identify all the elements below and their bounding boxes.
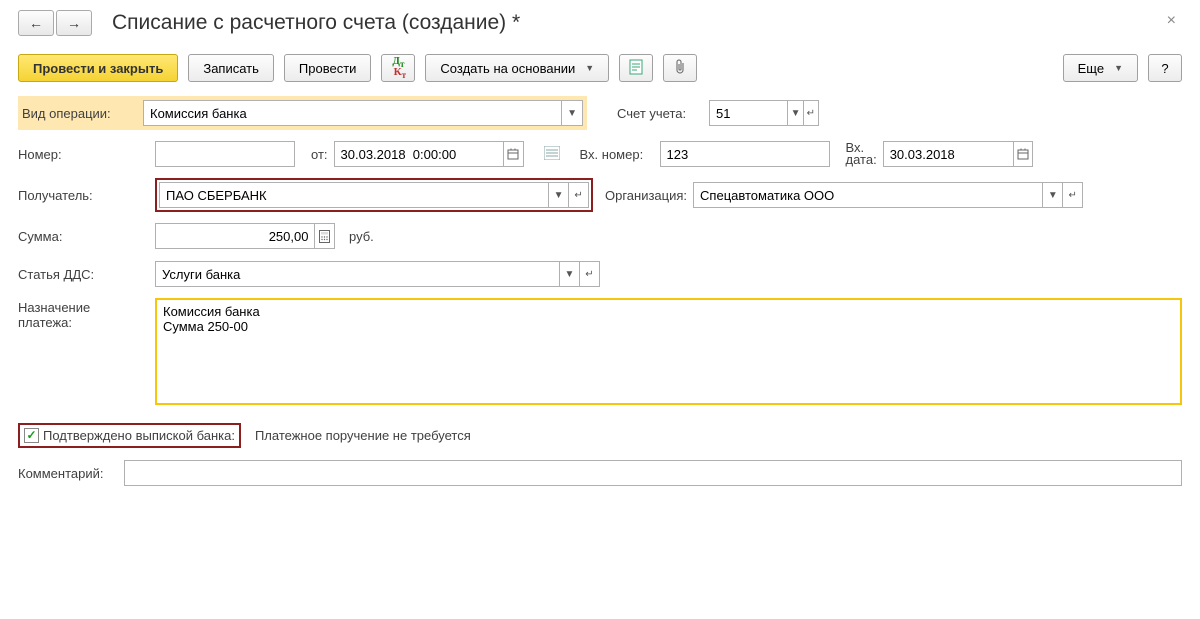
help-button[interactable]: ? (1148, 54, 1182, 82)
operation-type-input[interactable] (144, 101, 561, 125)
list-icon (544, 148, 560, 163)
account-input[interactable] (710, 101, 787, 125)
from-label: от: (311, 147, 328, 162)
calendar-icon (507, 148, 519, 160)
debit-credit-icon: ДтКт (391, 57, 406, 79)
number-input[interactable] (156, 142, 294, 166)
save-button[interactable]: Записать (188, 54, 274, 82)
chevron-down-icon: ▼ (554, 190, 564, 201)
in-date-input[interactable] (884, 142, 1013, 166)
arrow-right-icon: → (67, 15, 81, 31)
dds-open[interactable]: ↵ (579, 262, 599, 286)
account-label: Счет учета: (617, 106, 703, 121)
attachment-button[interactable] (663, 54, 697, 82)
confirmed-label: Подтверждено выпиской банка: (43, 428, 235, 443)
open-icon: ↵ (807, 108, 815, 119)
close-button[interactable]: × (1161, 10, 1182, 32)
paperclip-icon (674, 59, 686, 78)
comment-input[interactable] (125, 461, 1181, 485)
comment-label: Комментарий: (18, 466, 118, 481)
recipient-dropdown[interactable]: ▼ (548, 183, 568, 207)
chevron-down-icon: ▼ (585, 63, 594, 73)
sum-calculator[interactable] (314, 224, 334, 248)
report-button[interactable] (619, 54, 653, 82)
checkbox-checked-icon: ✓ (24, 428, 39, 443)
organization-dropdown[interactable]: ▼ (1042, 183, 1062, 207)
payment-order-na-label: Платежное поручение не требуется (255, 428, 471, 443)
page-title: Списание с расчетного счета (создание) * (112, 11, 520, 35)
chevron-down-icon: ▼ (791, 108, 801, 119)
organization-label: Организация: (605, 188, 687, 203)
chevron-down-icon: ▼ (564, 269, 574, 280)
sum-input[interactable] (156, 224, 314, 248)
in-number-label: Вх. номер: (580, 147, 654, 162)
operation-type-label: Вид операции: (22, 106, 137, 121)
arrow-left-icon: ← (29, 15, 43, 31)
date-picker[interactable] (503, 142, 523, 166)
debit-credit-button[interactable]: ДтКт (381, 54, 415, 82)
in-date-picker[interactable] (1013, 142, 1032, 166)
post-button[interactable]: Провести (284, 54, 372, 82)
in-number-input[interactable] (661, 142, 829, 166)
date-input[interactable] (335, 142, 503, 166)
recipient-open[interactable]: ↵ (568, 183, 588, 207)
document-icon (629, 59, 643, 78)
open-icon: ↵ (1068, 190, 1076, 201)
dds-label: Статья ДДС: (18, 267, 133, 282)
account-open[interactable]: ↵ (803, 101, 818, 125)
nav-forward-button[interactable]: → (56, 10, 92, 36)
purpose-label: Назначение платежа: (18, 298, 133, 330)
chevron-down-icon: ▼ (1114, 63, 1123, 73)
operation-type-dropdown[interactable]: ▼ (561, 101, 582, 125)
nav-back-button[interactable]: ← (18, 10, 54, 36)
open-icon: ↵ (585, 269, 593, 280)
post-and-close-button[interactable]: Провести и закрыть (18, 54, 178, 82)
sum-label: Сумма: (18, 229, 133, 244)
chevron-down-icon: ▼ (1048, 190, 1058, 201)
number-label: Номер: (18, 147, 133, 162)
organization-input[interactable] (694, 183, 1042, 207)
list-icon-button[interactable] (544, 146, 560, 163)
purpose-textarea[interactable] (157, 300, 1180, 400)
confirmed-checkbox[interactable]: ✓ (24, 428, 39, 443)
chevron-down-icon: ▼ (567, 108, 577, 119)
currency-label: руб. (349, 229, 374, 244)
create-based-on-button[interactable]: Создать на основании ▼ (425, 54, 609, 82)
in-date-label: Вх. дата: (846, 142, 877, 166)
close-icon: × (1167, 12, 1176, 29)
more-button[interactable]: Еще ▼ (1063, 54, 1138, 82)
organization-open[interactable]: ↵ (1062, 183, 1082, 207)
calendar-icon (1017, 148, 1029, 160)
account-dropdown[interactable]: ▼ (787, 101, 802, 125)
calculator-icon (319, 230, 330, 243)
dds-input[interactable] (156, 262, 559, 286)
recipient-input[interactable] (160, 183, 548, 207)
open-icon: ↵ (574, 190, 582, 201)
dds-dropdown[interactable]: ▼ (559, 262, 579, 286)
recipient-label: Получатель: (18, 188, 133, 203)
